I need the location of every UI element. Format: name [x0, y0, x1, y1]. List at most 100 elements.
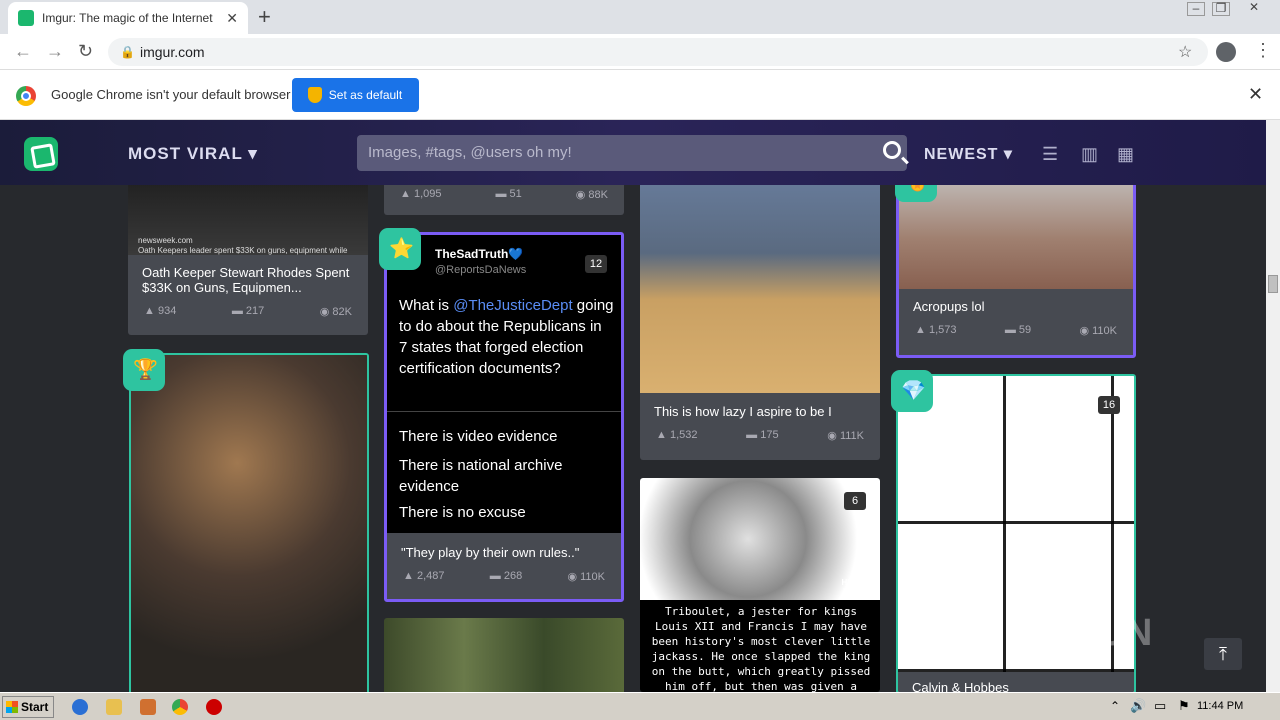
- view-value: 88K: [588, 189, 608, 201]
- tweet-author: TheSadTruth💙: [435, 247, 524, 261]
- tab-imgur[interactable]: Imgur: The magic of the Internet ✕: [8, 2, 248, 34]
- bookmark-star-icon[interactable]: ☆: [1178, 42, 1192, 62]
- infobar-close-icon[interactable]: ✕: [1248, 84, 1263, 105]
- comment-count: ▬ 217: [231, 305, 265, 317]
- search-placeholder: Images, #tags, @users oh my!: [368, 144, 572, 161]
- comment-value: 217: [245, 305, 265, 317]
- address-input[interactable]: 🔒 imgur.com: [108, 38, 1208, 66]
- post-title: Calvin & Hobbes: [912, 680, 1009, 692]
- post-stats: ▲ 934 ▬ 217 ◉ 82K: [128, 301, 368, 328]
- set-default-label: Set as default: [328, 88, 403, 102]
- shield-icon: [308, 87, 322, 103]
- post-card-lazy[interactable]: This is how lazy I aspire to be I ▲ 1,53…: [640, 160, 880, 460]
- upvote-value: 1,573: [928, 324, 957, 336]
- gem-badge-icon: 💎: [891, 370, 933, 412]
- back-icon[interactable]: ←: [14, 41, 32, 62]
- window-close-icon[interactable]: ✕: [1245, 1, 1263, 16]
- view-value: 82K: [332, 306, 352, 318]
- windows-taskbar: Start ⌃ 🔊 ▭ ⚑ 11:44 PM: [0, 692, 1280, 720]
- start-button[interactable]: Start: [2, 696, 54, 718]
- tab-close-icon[interactable]: ✕: [226, 10, 238, 27]
- search-icon[interactable]: [883, 141, 901, 159]
- upvote-value: 2,487: [416, 570, 445, 582]
- tray-arrow-icon[interactable]: ⌃: [1110, 699, 1120, 713]
- upvote-count: ▲ 934: [144, 305, 177, 317]
- chrome-logo-icon: [16, 86, 36, 106]
- tweet-line-1: There is video evidence: [399, 428, 558, 445]
- comment-value: 175: [760, 429, 779, 441]
- maximize-icon[interactable]: ❐: [1212, 2, 1230, 16]
- folder-icon[interactable]: [106, 699, 122, 715]
- upvote-value: 1,095: [413, 188, 442, 200]
- reload-icon[interactable]: ↻: [78, 41, 93, 62]
- scrollbar-thumb[interactable]: [1268, 275, 1278, 293]
- upvote-value: 1,532: [669, 429, 698, 441]
- imgur-logo-icon[interactable]: [24, 137, 58, 171]
- image-count-badge: 16: [1098, 396, 1120, 414]
- view-count: ◉ 82K: [319, 306, 352, 318]
- search-input[interactable]: Images, #tags, @users oh my!: [357, 135, 907, 171]
- post-image-forest: [384, 618, 624, 692]
- star-badge-icon: ⭐: [379, 228, 421, 270]
- jester-text: Triboulet, a jester for kings Louis XII …: [651, 605, 871, 692]
- filter-icon[interactable]: ☰: [1042, 144, 1062, 164]
- sort-label: MOST VIRAL: [128, 144, 243, 163]
- view-value: 111K: [839, 430, 864, 442]
- imgur-page: MOST VIRAL ▾ Images, #tags, @users oh my…: [0, 120, 1266, 692]
- view-value: 110K: [580, 571, 605, 583]
- new-tab-icon[interactable]: +: [258, 4, 271, 30]
- network-icon[interactable]: ▭: [1154, 698, 1166, 714]
- image-caption-sub: Oath Keepers leader spent $33K on guns, …: [138, 246, 348, 255]
- post-image-puppies: [131, 355, 367, 692]
- ie-icon[interactable]: [72, 699, 88, 715]
- image-count-badge: 12: [585, 255, 607, 273]
- chrome-taskbar-icon[interactable]: [172, 699, 188, 715]
- post-stats: ▲ 1,573 ▬ 59 ◉ 110K: [915, 324, 1117, 337]
- post-card-tweet[interactable]: TheSadTruth💙 @ReportsDaNews 12 What is @…: [384, 232, 624, 602]
- menu-kebab-icon[interactable]: ⋮: [1254, 40, 1272, 61]
- post-stats: ▲ 1,532 ▬ 175 ◉ 111K: [656, 429, 864, 442]
- profile-avatar-icon[interactable]: [1216, 42, 1236, 62]
- set-default-button[interactable]: Set as default: [292, 78, 419, 112]
- tweet-text: What is @TheJusticeDept going to do abou…: [399, 297, 614, 377]
- volume-icon[interactable]: 🔊: [1130, 698, 1146, 714]
- omnibox-bar: ← → ↻ 🔒 imgur.com ☆ ⋮: [0, 34, 1280, 70]
- tweet-line-2: There is national archive evidence: [399, 457, 563, 495]
- tweet-handle: @ReportsDaNews: [435, 264, 527, 276]
- layout-grid-icon[interactable]: ▦: [1117, 144, 1137, 164]
- image-caption: newsweek.com: [138, 236, 193, 245]
- comment-value: 268: [503, 570, 523, 582]
- flag-icon[interactable]: ⚑: [1178, 698, 1190, 714]
- tweet-line-3: There is no excuse: [399, 504, 526, 521]
- post-card-puppies[interactable]: [129, 353, 369, 692]
- comment-value: 51: [509, 188, 522, 200]
- tab-title: Imgur: The magic of the Internet: [42, 11, 213, 25]
- image-count-badge: 6: [844, 492, 866, 510]
- upvote-value: 934: [157, 305, 177, 317]
- post-card-oath-keeper[interactable]: newsweek.com Oath Keepers leader spent $…: [128, 160, 368, 335]
- start-label: Start: [21, 700, 49, 714]
- post-title: Acropups lol: [913, 299, 985, 314]
- clock[interactable]: 11:44 PM: [1197, 700, 1243, 712]
- history-hustle-tag: HISTORY HUSTLE: [841, 578, 877, 596]
- minimize-icon[interactable]: –: [1187, 2, 1205, 16]
- media-player-icon[interactable]: [140, 699, 156, 715]
- post-card-forest[interactable]: [384, 618, 624, 692]
- post-stats: ▲ 2,487 ▬ 268 ◉ 110K: [403, 570, 605, 583]
- watermark-text: RUN: [1070, 612, 1153, 654]
- imgur-favicon-icon: [18, 10, 34, 26]
- order-label: NEWEST: [924, 146, 999, 163]
- url-text: imgur.com: [140, 44, 205, 60]
- imgur-header: MOST VIRAL ▾ Images, #tags, @users oh my…: [0, 120, 1266, 185]
- scroll-top-button[interactable]: ⤒: [1204, 638, 1242, 670]
- post-title: This is how lazy I aspire to be I: [654, 404, 832, 419]
- page-scrollbar[interactable]: [1266, 120, 1280, 692]
- lock-icon: 🔒: [120, 45, 135, 59]
- post-card-jester[interactable]: 6 HISTORY HUSTLE Triboulet, a jester for…: [640, 478, 880, 692]
- order-dropdown[interactable]: NEWEST ▾: [924, 144, 1013, 164]
- post-title: Oath Keeper Stewart Rhodes Spent $33K on…: [142, 265, 350, 295]
- forward-icon[interactable]: →: [46, 41, 64, 62]
- layout-uniform-icon[interactable]: ▥: [1081, 144, 1101, 164]
- sort-dropdown[interactable]: MOST VIRAL ▾: [128, 144, 258, 164]
- security-app-icon[interactable]: [206, 699, 222, 715]
